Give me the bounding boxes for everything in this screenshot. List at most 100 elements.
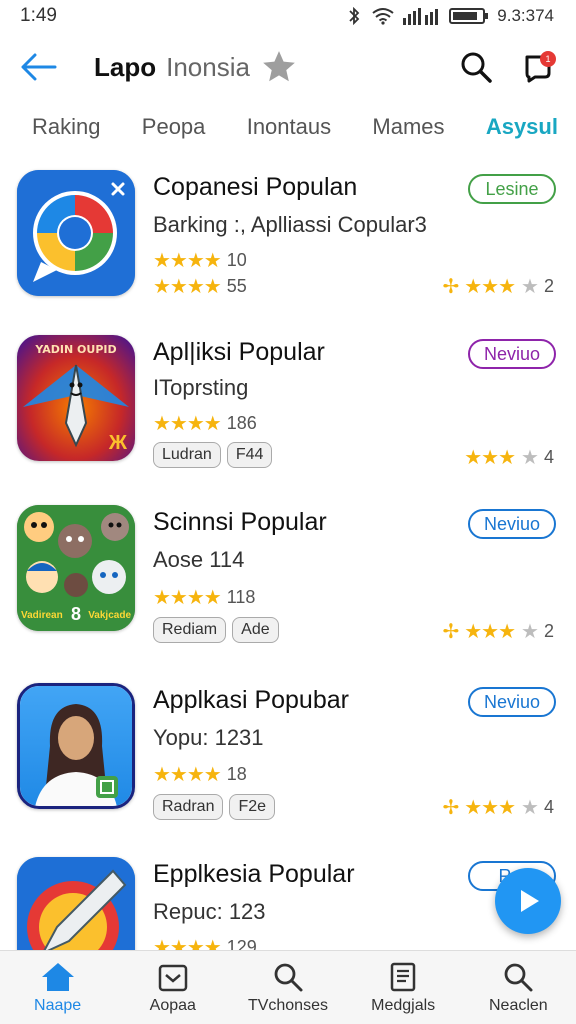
nav-label: Medgjals bbox=[371, 996, 436, 1014]
rating: ★★★★ 186 bbox=[153, 411, 257, 436]
status-bar: 1:49 9.3:374 bbox=[0, 0, 576, 32]
nav-item-naape[interactable]: Naape bbox=[3, 961, 113, 1015]
empty-star-icon: ★ bbox=[521, 276, 539, 298]
nav-item-tvchonses[interactable]: TVchonses bbox=[233, 961, 343, 1015]
app-subtitle: Repuc: 123 bbox=[153, 899, 266, 924]
right-rating: ★★★ ★ 4 bbox=[464, 445, 554, 470]
tag-chip[interactable]: Rediam bbox=[153, 617, 227, 643]
nav-item-medgjals[interactable]: Medgjals bbox=[348, 961, 458, 1015]
rating-count: 118 bbox=[226, 587, 256, 607]
favorite-button[interactable] bbox=[260, 47, 300, 87]
search-icon bbox=[274, 963, 303, 991]
rating-stars: ★★★ bbox=[464, 276, 516, 298]
app-icon-chat-swirl bbox=[17, 170, 135, 296]
sparkle-icon: ✢ bbox=[442, 621, 459, 643]
app-name: Applkasi Popubar bbox=[153, 686, 349, 714]
rating-stars: ★★★★ bbox=[153, 587, 222, 609]
tag-chips: Rediam Ade bbox=[153, 617, 279, 643]
right-rating: ✢ ★★★ ★ 4 bbox=[442, 795, 554, 820]
rating-count: 10 bbox=[226, 250, 247, 270]
signal-icon bbox=[403, 7, 441, 25]
app-icon-label: 8 bbox=[71, 604, 82, 624]
back-button[interactable] bbox=[18, 47, 58, 87]
rating: ★★★★ 118 bbox=[153, 585, 255, 610]
tab-asysul[interactable]: Asysul bbox=[486, 114, 558, 140]
rating: ★★★★ 10 bbox=[153, 248, 247, 273]
tab-mames[interactable]: Mames bbox=[372, 114, 444, 140]
app-name: Epplkesia Popular bbox=[153, 860, 355, 888]
empty-star-icon: ★ bbox=[521, 797, 539, 819]
tab-raking[interactable]: Raking bbox=[32, 114, 100, 140]
right-rating: ✢ ★★★ ★ 2 bbox=[442, 619, 554, 644]
list-item[interactable]: YADIN OUPID Ж Apl|iksi Popular IToprstin… bbox=[0, 335, 576, 495]
sparkle-icon: ✢ bbox=[442, 797, 459, 819]
search-button[interactable] bbox=[456, 47, 496, 87]
status-icons: 9.3:374 bbox=[345, 6, 554, 26]
rating-stars: ★★★★ bbox=[153, 250, 222, 272]
app-icon-badge: Ж bbox=[108, 432, 127, 454]
rating-secondary: ★★★★ 55 bbox=[153, 274, 247, 299]
bluetooth-icon bbox=[345, 7, 363, 25]
action-pill-button[interactable]: Neviuo bbox=[468, 687, 556, 717]
nav-label: Neaclen bbox=[488, 996, 548, 1014]
rating-count: 186 bbox=[226, 413, 257, 433]
rating-stars: ★★★★ bbox=[153, 276, 222, 298]
rating: ★★★★ 18 bbox=[153, 762, 247, 787]
play-fab-button[interactable] bbox=[495, 868, 561, 934]
sparkle-icon: ✢ bbox=[442, 276, 459, 298]
nav-label: TVchonses bbox=[247, 996, 328, 1014]
empty-star-icon: ★ bbox=[521, 447, 539, 469]
list-item[interactable]: Applkasi Popubar Yopu: 1231 ★★★★ 18 Radr… bbox=[0, 683, 576, 843]
app-icon-label: Vadirean bbox=[21, 610, 63, 621]
app-icon-characters-game: Vadirean 8 Vakjcade bbox=[17, 505, 135, 631]
tag-chip[interactable]: Ade bbox=[232, 617, 279, 643]
tag-chip[interactable]: F2e bbox=[229, 794, 276, 820]
tab-inontaus[interactable]: Inontaus bbox=[247, 114, 331, 140]
bottom-navigation: Naape Aopaa TVchonses Medgjals Neaclen bbox=[0, 950, 576, 1024]
notifications-button[interactable]: 1 bbox=[518, 47, 558, 87]
rating-count: 4 bbox=[543, 797, 554, 817]
tab-peopa[interactable]: Peopa bbox=[142, 114, 206, 140]
search-icon bbox=[504, 963, 533, 991]
rating-count: 2 bbox=[543, 276, 554, 296]
app-icon-rocket-game: YADIN OUPID Ж bbox=[17, 335, 135, 461]
app-icon-portrait bbox=[17, 683, 135, 809]
rating-count: 55 bbox=[226, 276, 247, 296]
tag-chip[interactable]: Ludran bbox=[153, 442, 221, 468]
rating-stars: ★★★★ bbox=[153, 764, 222, 786]
status-time: 1:49 bbox=[20, 5, 57, 26]
wifi-icon bbox=[371, 7, 395, 25]
action-pill-button[interactable]: Neviuo bbox=[468, 509, 556, 539]
home-icon bbox=[41, 962, 74, 991]
app-name: Scinnsi Popular bbox=[153, 508, 327, 536]
rating-stars: ★★★★ bbox=[153, 413, 222, 435]
battery-icon bbox=[449, 7, 489, 25]
app-name: Apl|iksi Popular bbox=[153, 338, 325, 366]
app-icon-label: YADIN OUPID bbox=[35, 343, 117, 356]
app-subtitle: Aose 114 bbox=[153, 547, 245, 572]
nav-item-aopaa[interactable]: Aopaa bbox=[118, 961, 228, 1015]
tag-chip[interactable]: Radran bbox=[153, 794, 224, 820]
rating-count: 2 bbox=[543, 621, 554, 641]
right-rating: ✢ ★★★ ★ 2 bbox=[442, 274, 554, 299]
back-arrow-icon bbox=[21, 53, 57, 81]
rating-stars: ★★★ bbox=[464, 447, 516, 469]
app-header: Lapo Inonsia 1 bbox=[0, 32, 576, 102]
app-subtitle: Yopu: 1231 bbox=[153, 725, 264, 750]
tag-chip[interactable]: F44 bbox=[226, 442, 273, 468]
rating-stars: ★★★ bbox=[464, 621, 516, 643]
empty-star-icon: ★ bbox=[521, 621, 539, 643]
app-subtitle: Barking :, Aplliassi Copular3 bbox=[153, 212, 427, 237]
list-item[interactable]: Copanesi Populan Barking :, Aplliassi Co… bbox=[0, 160, 576, 320]
app-subtitle: IToprsting bbox=[153, 375, 249, 400]
list-item[interactable]: Vadirean 8 Vakjcade Scinnsi Popular Aose… bbox=[0, 505, 576, 665]
nav-item-neaclen[interactable]: Neaclen bbox=[463, 961, 573, 1015]
nav-label: Aopaa bbox=[149, 996, 196, 1014]
rating-count: 4 bbox=[543, 447, 554, 467]
rating-count: 18 bbox=[226, 764, 247, 784]
notification-badge: 1 bbox=[540, 51, 556, 67]
action-pill-button[interactable]: Neviuo bbox=[468, 339, 556, 369]
star-icon bbox=[263, 51, 295, 82]
inbox-icon bbox=[158, 964, 188, 991]
action-pill-button[interactable]: Lesine bbox=[468, 174, 556, 204]
